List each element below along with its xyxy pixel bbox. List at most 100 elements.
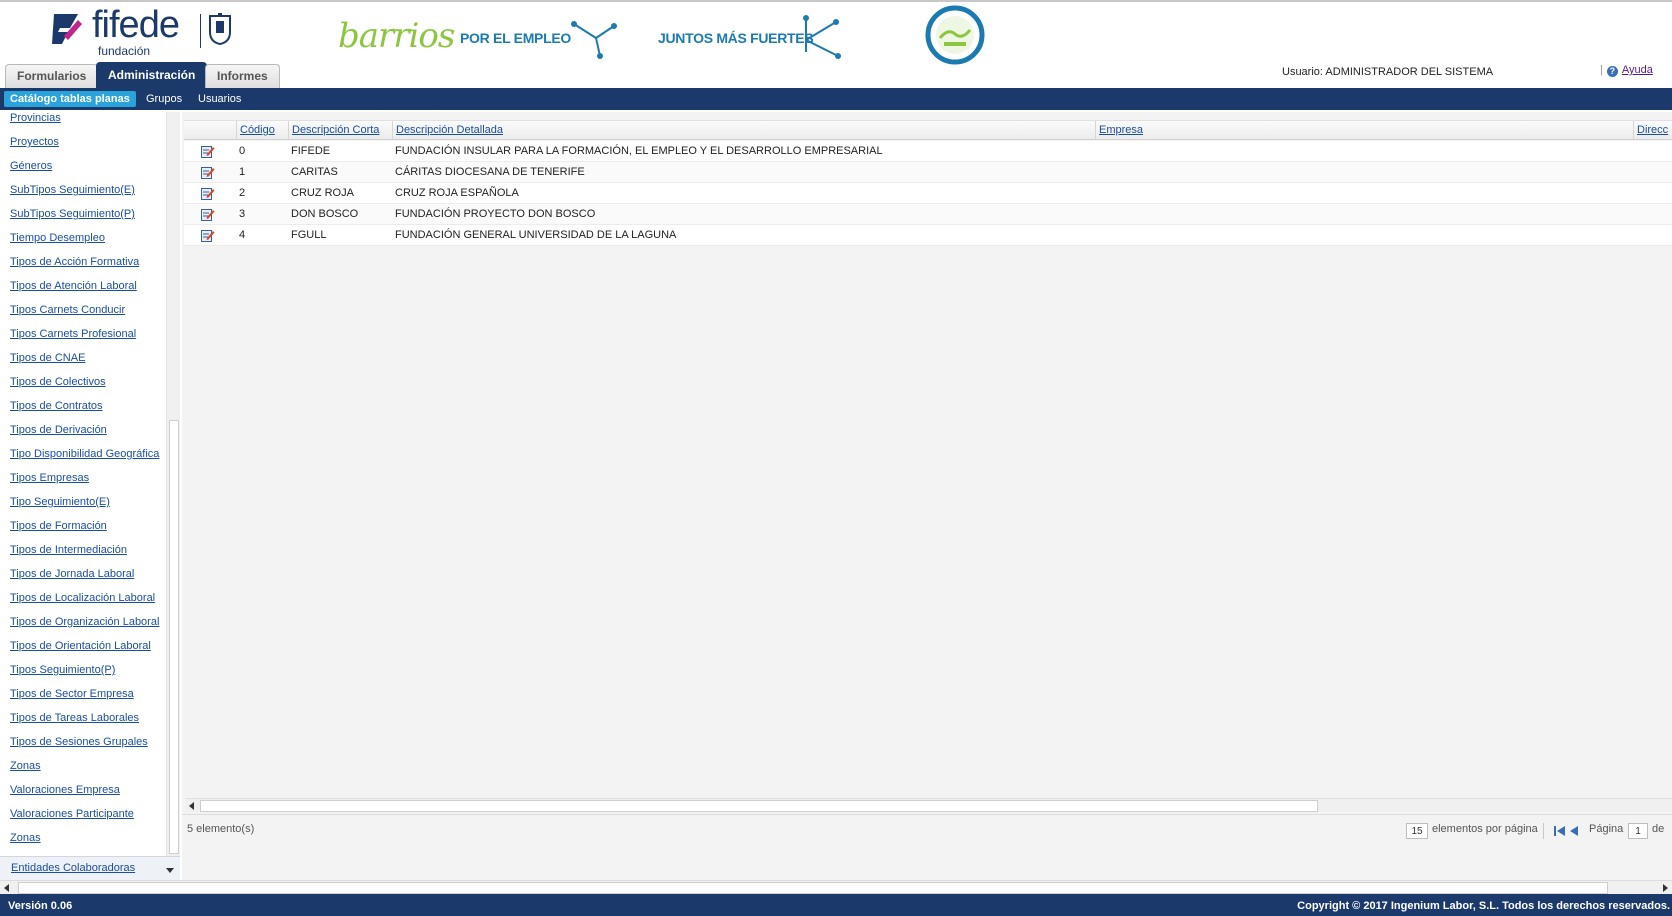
cell-descripcion-detallada: FUNDACIÓN INSULAR PARA LA FORMACIÓN, EL … <box>395 145 883 157</box>
help-icon[interactable]: ? <box>1606 66 1618 77</box>
sidebar-item[interactable]: Tipos de CNAE <box>10 352 85 364</box>
column-header-codigo[interactable]: Código <box>236 121 288 140</box>
grid-horizontal-scrollbar[interactable] <box>186 798 1672 812</box>
sidebar-item[interactable]: Tiempo Desempleo <box>10 232 105 244</box>
sidebar-item[interactable]: Tipos de Organización Laboral <box>10 616 159 628</box>
record-count: 5 elemento(s) <box>187 823 255 835</box>
tab-formularios[interactable]: Formularios <box>5 64 99 88</box>
cell-descripcion-detallada: FUNDACIÓN PROYECTO DON BOSCO <box>395 208 596 220</box>
sidebar-item[interactable]: Valoraciones Participante <box>10 808 134 820</box>
edit-pencil-icon[interactable] <box>201 166 215 179</box>
sidebar-section-select[interactable]: Entidades Colaboradoras <box>0 856 180 880</box>
page-horizontal-scrollbar[interactable] <box>0 880 1672 894</box>
sidebar-item[interactable]: Tipos de Tareas Laborales <box>10 712 139 724</box>
user-info: Usuario: ADMINISTRADOR DEL SISTEMA <box>1282 66 1494 78</box>
sidebar-item[interactable]: Tipos Carnets Profesional <box>10 328 136 340</box>
column-header-empresa[interactable]: Empresa <box>1095 121 1633 140</box>
sidebar-item[interactable]: Tipos Empresas <box>10 472 89 484</box>
sidebar-item[interactable]: Zonas <box>10 832 41 844</box>
cell-codigo: 0 <box>239 145 246 157</box>
column-header-direccion[interactable]: Direcc <box>1633 121 1672 140</box>
table-row[interactable]: 2 CRUZ ROJA CRUZ ROJA ESPAÑOLA <box>184 183 1672 204</box>
sidebar-item[interactable]: Tipos de Derivación <box>10 424 107 436</box>
cell-codigo: 2 <box>239 187 246 199</box>
sidebar-item[interactable]: Tipos de Contratos <box>10 400 103 412</box>
tab-administracion[interactable]: Administración <box>96 62 208 88</box>
grid-header-actions <box>184 121 236 140</box>
sidebar-section-label[interactable]: Entidades Colaboradoras <box>11 862 135 874</box>
grid-body: 0 FIFEDE FUNDACIÓN INSULAR PARA LA FORMACI… <box>184 141 1672 246</box>
sidebar-item[interactable]: Tipos de Orientación Laboral <box>10 640 151 652</box>
column-header-descripcion-detallada[interactable]: Descripción Detallada <box>392 121 1095 140</box>
cell-empresa <box>1095 162 1098 183</box>
sidebar-item[interactable]: Provincias <box>10 112 61 124</box>
page-scrollbar-thumb[interactable] <box>18 882 1608 894</box>
sidebar: Provincias Proyectos Géneros SubTipos Segui… <box>0 112 180 880</box>
cell-codigo: 3 <box>239 208 246 220</box>
first-page-icon[interactable] <box>1554 826 1566 836</box>
logo-brand-sub: fundación <box>98 44 151 58</box>
sidebar-item[interactable]: Proyectos <box>10 136 59 148</box>
logo-brand: fifede <box>92 4 180 46</box>
sidebar-item[interactable]: Tipos de Intermediación <box>10 544 127 556</box>
sidebar-scrollbar[interactable] <box>166 112 180 856</box>
prev-page-icon[interactable] <box>1570 826 1578 836</box>
help-separator: | <box>1600 64 1603 76</box>
scroll-left-icon[interactable] <box>189 802 194 810</box>
tab-informes[interactable]: Informes <box>205 64 280 88</box>
scroll-left-icon[interactable] <box>4 884 9 892</box>
sidebar-item[interactable]: Tipos Carnets Conducir <box>10 304 125 316</box>
sidebar-item[interactable]: SubTipos Seguimiento(E) <box>10 184 135 196</box>
subtab-usuarios[interactable]: Usuarios <box>192 91 247 107</box>
cell-descripcion-corta: CARITAS <box>291 166 338 178</box>
sidebar-item[interactable]: Tipos de Sesiones Grupales <box>10 736 148 748</box>
network-node-icon <box>571 21 617 59</box>
chevron-down-icon[interactable] <box>166 868 174 873</box>
table-row[interactable]: 0 FIFEDE FUNDACIÓN INSULAR PARA LA FORMACI… <box>184 141 1672 162</box>
edit-pencil-icon[interactable] <box>201 145 215 158</box>
subtab-catalogo-tablas-planas[interactable]: Catálogo tablas planas <box>4 91 136 107</box>
sidebar-item[interactable]: Tipos de Colectivos <box>10 376 106 388</box>
sub-navbar: Catálogo tablas planas Grupos Usuarios <box>0 88 1672 110</box>
grid-header: Código Descripción Corta Descripción Det… <box>184 120 1672 140</box>
edit-pencil-icon[interactable] <box>201 187 215 200</box>
sidebar-item[interactable]: Tipos de Formación <box>10 520 107 532</box>
cell-codigo: 4 <box>239 229 246 241</box>
sidebar-item[interactable]: Tipos de Atención Laboral <box>10 280 137 292</box>
header: fifede fundación barrios POR EL EMPLEO J… <box>0 2 1672 88</box>
table-row[interactable]: 3 DON BOSCO FUNDACIÓN PROYECTO DON BOSCO <box>184 204 1672 225</box>
edit-pencil-icon[interactable] <box>201 208 215 221</box>
sidebar-item[interactable]: SubTipos Seguimiento(P) <box>10 208 135 220</box>
cell-descripcion-detallada: CÁRITAS DIOCESANA DE TENERIFE <box>395 166 585 178</box>
version-label: Versión 0.06 <box>8 900 73 912</box>
sidebar-item[interactable]: Tipos de Sector Empresa <box>10 688 134 700</box>
page-size-label: elementos por página <box>1432 823 1538 835</box>
app-window: fifede fundación barrios POR EL EMPLEO J… <box>0 0 1672 916</box>
page-size-input[interactable] <box>1406 823 1428 839</box>
sidebar-item[interactable]: Tipos Seguimiento(P) <box>10 664 115 676</box>
sidebar-item[interactable]: Tipo Disponibilidad Geográfica <box>10 448 159 460</box>
column-header-descripcion-corta[interactable]: Descripción Corta <box>288 121 392 140</box>
page-number-input[interactable] <box>1628 823 1648 839</box>
table-row[interactable]: 4 FGULL FUNDACIÓN GENERAL UNIVERSIDAD DE L… <box>184 225 1672 246</box>
sidebar-item[interactable]: Tipos de Localización Laboral <box>10 592 155 604</box>
edit-pencil-icon[interactable] <box>201 229 215 242</box>
sidebar-item[interactable]: Zonas <box>10 760 41 772</box>
logo-separator <box>200 14 201 48</box>
cell-codigo: 1 <box>239 166 246 178</box>
sidebar-item[interactable]: Tipo Seguimiento(E) <box>10 496 110 508</box>
subtab-grupos[interactable]: Grupos <box>140 91 188 107</box>
table-row[interactable]: 1 CARITAS CÁRITAS DIOCESANA DE TENERIFE <box>184 162 1672 183</box>
sidebar-item[interactable]: Tipos de Jornada Laboral <box>10 568 134 580</box>
scroll-right-icon[interactable] <box>1663 884 1668 892</box>
cell-empresa <box>1095 225 1098 246</box>
sidebar-scrollbar-thumb[interactable] <box>169 420 179 854</box>
sidebar-item[interactable]: Géneros <box>10 160 52 172</box>
banner-slogan-2: JUNTOS MÁS FUERTES <box>658 30 814 46</box>
grid-scrollbar-thumb[interactable] <box>200 800 1318 812</box>
cell-empresa <box>1095 204 1098 225</box>
help-link[interactable]: Ayuda <box>1622 64 1653 76</box>
sidebar-item[interactable]: Valoraciones Empresa <box>10 784 120 796</box>
sidebar-item[interactable]: Tipos de Acción Formativa <box>10 256 139 268</box>
cell-descripcion-detallada: FUNDACIÓN GENERAL UNIVERSIDAD DE LA LAGU… <box>395 229 677 241</box>
